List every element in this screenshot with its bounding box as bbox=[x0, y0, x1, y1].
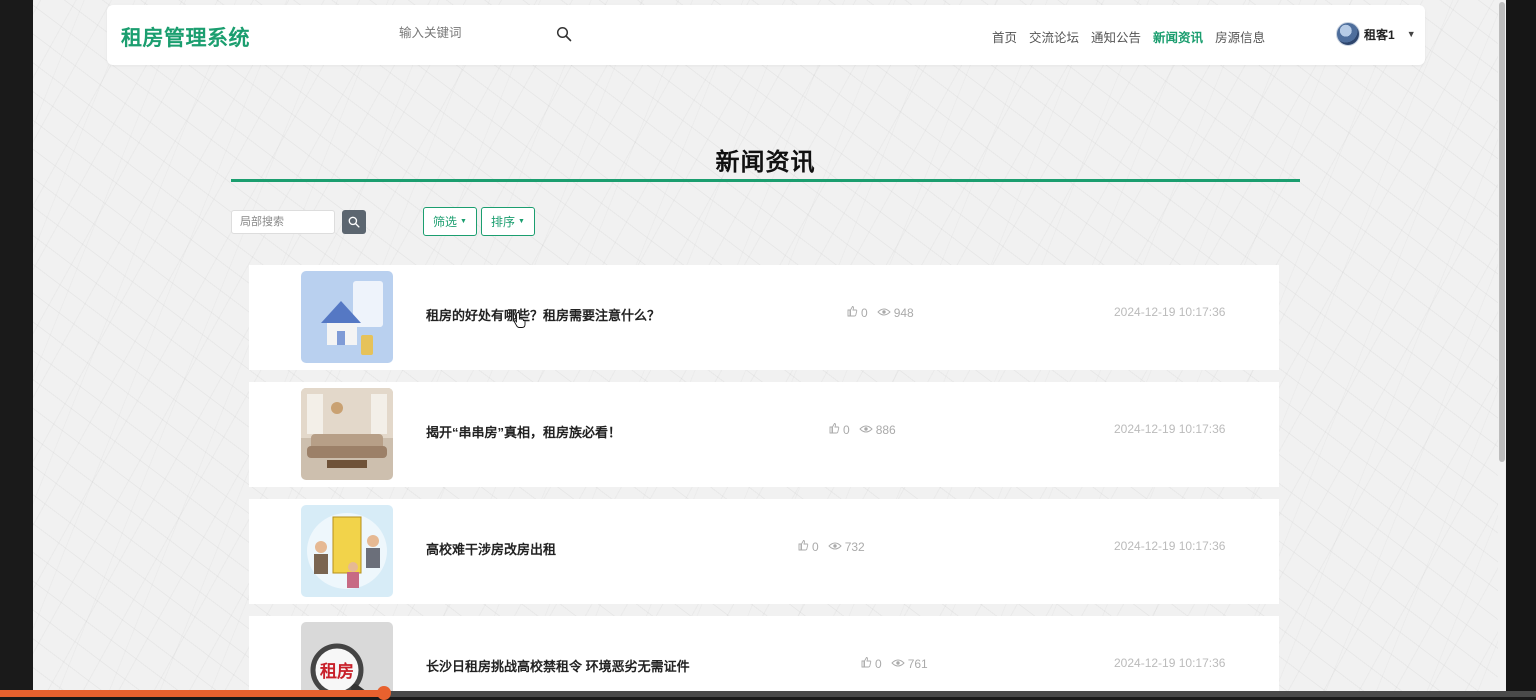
filter-dropdown-button[interactable]: 筛选 ▼ bbox=[423, 207, 477, 236]
like-count: 0 bbox=[861, 305, 868, 320]
news-title[interactable]: 租房的好处有哪些？租房需要注意什么？ bbox=[426, 305, 660, 324]
news-list-item[interactable]: 揭开“串串房”真相，租房族必看！ 0 886 2024-12-19 10:17:… bbox=[249, 382, 1279, 487]
like-count: 0 bbox=[812, 539, 819, 554]
chevron-down-icon[interactable]: ▼ bbox=[1407, 29, 1416, 39]
news-stats: 0 886 bbox=[828, 422, 905, 437]
video-progress-fill bbox=[0, 690, 386, 697]
house-model-keys-image[interactable] bbox=[301, 271, 393, 363]
living-room-image[interactable] bbox=[301, 388, 393, 480]
scrollbar-thumb[interactable] bbox=[1499, 2, 1505, 462]
video-progress-knob[interactable] bbox=[377, 686, 391, 700]
avatar[interactable] bbox=[1336, 22, 1360, 46]
caret-down-icon: ▼ bbox=[518, 218, 525, 225]
eye-icon bbox=[828, 540, 842, 554]
title-divider bbox=[231, 179, 1300, 182]
eye-icon bbox=[891, 657, 905, 671]
news-title[interactable]: 长沙日租房挑战高校禁租令 环境恶劣无需证件 bbox=[426, 656, 690, 675]
local-search-button[interactable] bbox=[342, 210, 366, 234]
view-count: 732 bbox=[844, 539, 865, 554]
search-icon[interactable] bbox=[556, 26, 572, 42]
news-list-item[interactable]: 租房 长沙日租房挑战高校禁租令 环境恶劣无需证件 0 761 2024-12-1… bbox=[249, 616, 1279, 697]
eye-icon bbox=[877, 306, 891, 320]
filter-label: 筛选 bbox=[433, 215, 458, 229]
news-date: 2024-12-19 10:17:36 bbox=[1114, 305, 1226, 319]
search-input[interactable] bbox=[397, 25, 551, 41]
user-name: 租客1 bbox=[1364, 27, 1395, 42]
news-date: 2024-12-19 10:17:36 bbox=[1114, 422, 1226, 436]
window-edge bbox=[1506, 0, 1536, 697]
news-date: 2024-12-19 10:17:36 bbox=[1114, 656, 1226, 670]
nav-item-news[interactable]: 新闻资讯 bbox=[1153, 27, 1203, 46]
view-count: 886 bbox=[875, 422, 896, 437]
sort-dropdown-button[interactable]: 排序 ▼ bbox=[481, 207, 535, 236]
local-search-input[interactable] bbox=[231, 210, 335, 234]
nav-item-notices[interactable]: 通知公告 bbox=[1091, 27, 1141, 46]
cartoon-people-building-image[interactable] bbox=[301, 505, 393, 597]
news-title[interactable]: 高校难干涉房改房出租 bbox=[426, 539, 556, 558]
page-viewport: 租房管理系统 首页 交流论坛 通知公告 新闻资讯 房源信息 租客1 ▼ 新闻资讯… bbox=[33, 0, 1498, 697]
news-stats: 0 761 bbox=[860, 656, 937, 671]
news-title[interactable]: 揭开“串串房”真相，租房族必看！ bbox=[426, 422, 621, 441]
thumbs-up-icon[interactable] bbox=[828, 422, 840, 437]
magnifier-rent-image[interactable]: 租房 bbox=[301, 622, 393, 697]
like-count: 0 bbox=[875, 656, 882, 671]
caret-down-icon: ▼ bbox=[460, 218, 467, 225]
thumbs-up-icon[interactable] bbox=[860, 656, 872, 671]
main-nav: 首页 交流论坛 通知公告 新闻资讯 房源信息 bbox=[992, 27, 1277, 46]
hand-cursor-icon bbox=[513, 312, 526, 328]
eye-icon bbox=[859, 423, 873, 437]
view-count: 948 bbox=[893, 305, 914, 320]
news-list-item[interactable]: 租房的好处有哪些？租房需要注意什么？ 0 948 2024-12-19 10:1… bbox=[249, 265, 1279, 370]
sort-label: 排序 bbox=[491, 215, 516, 229]
page-title: 新闻资讯 bbox=[715, 149, 816, 176]
thumbs-up-icon[interactable] bbox=[797, 539, 809, 554]
user-menu[interactable]: 租客1 ▼ bbox=[1336, 22, 1416, 46]
like-count: 0 bbox=[843, 422, 850, 437]
search-icon bbox=[348, 216, 360, 228]
news-list-item[interactable]: 高校难干涉房改房出租 0 732 2024-12-19 10:17:36 bbox=[249, 499, 1279, 604]
view-count: 761 bbox=[907, 656, 928, 671]
news-stats: 0 732 bbox=[797, 539, 874, 554]
top-navbar: 租房管理系统 首页 交流论坛 通知公告 新闻资讯 房源信息 租客1 ▼ bbox=[107, 5, 1425, 65]
brand-logo[interactable]: 租房管理系统 bbox=[121, 22, 250, 52]
news-date: 2024-12-19 10:17:36 bbox=[1114, 539, 1226, 553]
thumb-text: 租房 bbox=[320, 661, 354, 682]
news-stats: 0 948 bbox=[846, 305, 923, 320]
nav-item-home[interactable]: 首页 bbox=[992, 27, 1017, 46]
nav-item-listings[interactable]: 房源信息 bbox=[1215, 27, 1265, 46]
thumbs-up-icon[interactable] bbox=[846, 305, 858, 320]
nav-item-forum[interactable]: 交流论坛 bbox=[1029, 27, 1079, 46]
